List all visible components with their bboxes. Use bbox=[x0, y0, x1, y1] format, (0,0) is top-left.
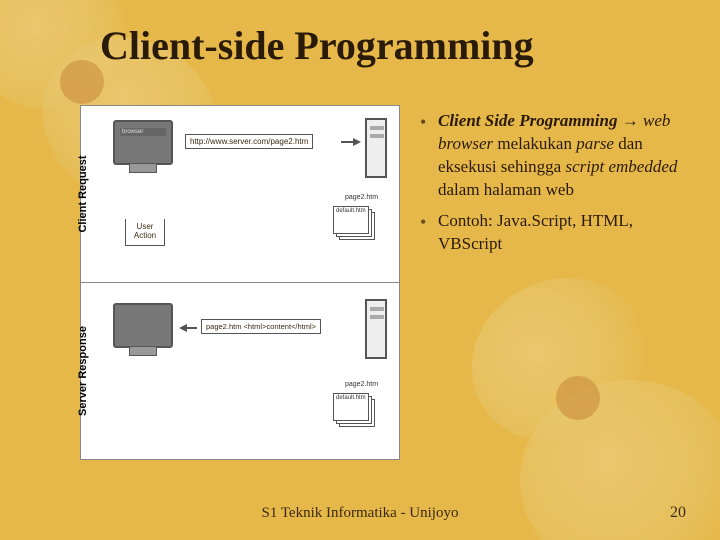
browser-hint: browser bbox=[120, 128, 166, 136]
diagram-server-response: Server Response page2.htm <html>content<… bbox=[81, 283, 399, 460]
file-label: page2.htm bbox=[345, 194, 378, 201]
label-server-response: Server Response bbox=[77, 281, 89, 371]
decor-dot bbox=[60, 60, 104, 104]
url-box: http://www.server.com/page2.htm bbox=[185, 134, 313, 149]
docstack-icon: default.htm bbox=[333, 206, 377, 242]
decor-dot bbox=[556, 376, 600, 420]
slide-title: Client-side Programming bbox=[100, 22, 534, 69]
server-tower-icon bbox=[365, 118, 387, 178]
footer-text: S1 Teknik Informatika - Unijoyo bbox=[0, 505, 720, 522]
client-monitor-icon: browser bbox=[113, 120, 173, 165]
bullet-list: Client Side Programming → web browser me… bbox=[420, 110, 700, 264]
arrow-left-icon bbox=[181, 327, 197, 329]
user-action-arrow: UserAction bbox=[125, 218, 165, 246]
user-action-label: UserAction bbox=[126, 219, 164, 241]
arrow-right-icon bbox=[341, 141, 359, 143]
file-label: page2.htm bbox=[345, 381, 378, 388]
response-box: page2.htm <html>content</html> bbox=[201, 319, 321, 334]
server-tower-icon bbox=[365, 299, 387, 359]
decor-petal bbox=[445, 249, 676, 470]
list-item: Client Side Programming → web browser me… bbox=[420, 110, 700, 202]
client-monitor-icon bbox=[113, 303, 173, 348]
diagram-container: Client Request browser http://www.server… bbox=[80, 105, 400, 460]
docstack-icon: default.htm bbox=[333, 393, 377, 429]
label-client-request: Client Request bbox=[77, 117, 89, 194]
page-number: 20 bbox=[670, 504, 686, 522]
diagram-client-request: Client Request browser http://www.server… bbox=[81, 106, 399, 283]
list-item: Contoh: Java.Script, HTML, VBScript bbox=[420, 210, 700, 256]
